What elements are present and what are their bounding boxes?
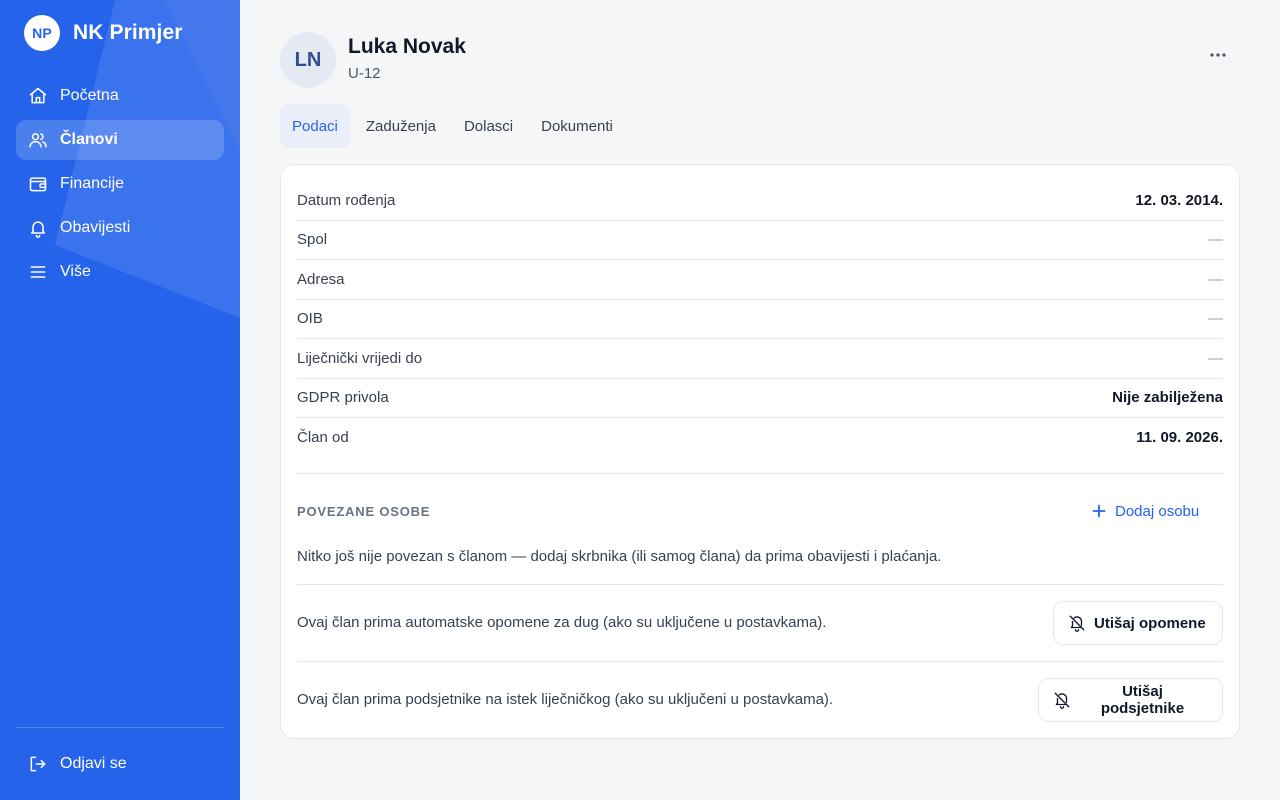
detail-row-address: Adresa — xyxy=(297,260,1223,300)
sidebar-item-label: Više xyxy=(60,263,91,280)
section-divider xyxy=(297,584,1223,585)
detail-value: 11. 09. 2026. xyxy=(1136,429,1223,447)
detail-value: — xyxy=(1208,310,1223,328)
ellipsis-icon xyxy=(1209,45,1227,63)
related-persons-title: POVEZANE OSOBE xyxy=(297,504,431,519)
sidebar-item-pocetna[interactable]: Početna xyxy=(16,76,224,116)
mute-debt-reminders-label: Utišaj opomene xyxy=(1094,614,1206,632)
sidebar-item-obavijesti[interactable]: Obavijesti xyxy=(16,208,224,248)
detail-label: Liječnički vrijedi do xyxy=(297,349,423,367)
detail-row-gender: Spol — xyxy=(297,221,1223,260)
debt-reminder-notice: Ovaj član prima automatske opomene za du… xyxy=(297,614,827,631)
related-persons-empty-message: Nitko još nije povezan s članom — dodaj … xyxy=(297,548,942,565)
detail-value: Nije zabilježena xyxy=(1112,389,1223,407)
detail-label: Adresa xyxy=(297,270,345,288)
tab-dokumenti[interactable]: Dokumenti xyxy=(529,104,625,148)
sidebar-item-label: Početna xyxy=(60,87,119,104)
detail-value: — xyxy=(1208,270,1223,288)
detail-label: OIB xyxy=(297,310,323,328)
menu-icon xyxy=(28,262,48,282)
member-code: U-12 xyxy=(348,65,381,82)
plus-icon xyxy=(1091,503,1107,519)
mute-medical-reminders-button[interactable]: Utišaj podsjetnike xyxy=(1038,678,1223,722)
medical-reminder-notice: Ovaj član prima podsjetnike na istek lij… xyxy=(297,691,834,708)
detail-row-gdpr: GDPR privola Nije zabilježena xyxy=(297,379,1223,418)
section-divider xyxy=(297,661,1223,662)
detail-row-birthdate: Datum rođenja 12. 03. 2014. xyxy=(297,181,1223,221)
detail-row-oib: OIB — xyxy=(297,300,1223,339)
bell-off-icon xyxy=(1053,691,1071,709)
detail-row-member-since: Član od 11. 09. 2026. xyxy=(297,418,1223,458)
tab-zaduzenja[interactable]: Zaduženja xyxy=(354,104,448,148)
detail-label: GDPR privola xyxy=(297,389,389,407)
home-icon xyxy=(28,86,48,106)
sidebar-item-financije[interactable]: Financije xyxy=(16,164,224,204)
bell-off-icon xyxy=(1068,614,1086,632)
brand-name: NK Primjer xyxy=(73,21,183,44)
logout-icon xyxy=(28,754,48,774)
details-list: Datum rođenja 12. 03. 2014. Spol — Adres… xyxy=(297,181,1223,458)
mute-medical-reminders-label: Utišaj podsjetnike xyxy=(1100,683,1185,717)
sidebar-divider xyxy=(16,727,224,728)
detail-value: 12. 03. 2014. xyxy=(1135,191,1223,209)
member-name: Luka Novak xyxy=(348,35,466,58)
brand-logo: NP xyxy=(24,15,60,51)
add-person-button[interactable]: Dodaj osobu xyxy=(1091,499,1199,523)
sidebar-item-clanovi[interactable]: Članovi xyxy=(16,120,224,160)
bell-icon xyxy=(28,218,48,238)
tab-dolasci[interactable]: Dolasci xyxy=(452,104,525,148)
detail-row-medical: Liječnički vrijedi do — xyxy=(297,339,1223,379)
tab-podaci[interactable]: Podaci xyxy=(280,104,350,148)
avatar: LN xyxy=(280,32,336,88)
detail-value: — xyxy=(1208,349,1223,367)
section-divider xyxy=(297,473,1223,474)
sidebar-item-label: Članovi xyxy=(60,131,118,148)
wallet-icon xyxy=(28,174,48,194)
users-icon xyxy=(28,130,48,150)
tab-bar: Podaci Zaduženja Dolasci Dokumenti xyxy=(280,104,629,148)
more-options-button[interactable] xyxy=(1202,40,1234,68)
sidebar: NP NK Primjer Početna Članovi Financije xyxy=(0,0,240,800)
detail-value: — xyxy=(1208,231,1223,249)
detail-label: Član od xyxy=(297,429,349,447)
mute-debt-reminders-button[interactable]: Utišaj opomene xyxy=(1053,601,1223,645)
sidebar-item-label: Financije xyxy=(60,175,125,192)
sidebar-item-vise[interactable]: Više xyxy=(16,252,224,292)
logout-button[interactable]: Odjavi se xyxy=(16,744,224,784)
brand[interactable]: NP NK Primjer xyxy=(24,15,183,51)
member-details-card: Datum rođenja 12. 03. 2014. Spol — Adres… xyxy=(280,164,1240,739)
sidebar-item-label: Obavijesti xyxy=(60,219,131,236)
logout-label: Odjavi se xyxy=(60,755,127,772)
detail-label: Spol xyxy=(297,231,328,249)
add-person-label: Dodaj osobu xyxy=(1115,502,1200,520)
detail-label: Datum rođenja xyxy=(297,191,396,209)
sidebar-nav: Početna Članovi Financije Obavijesti Viš… xyxy=(16,76,224,296)
